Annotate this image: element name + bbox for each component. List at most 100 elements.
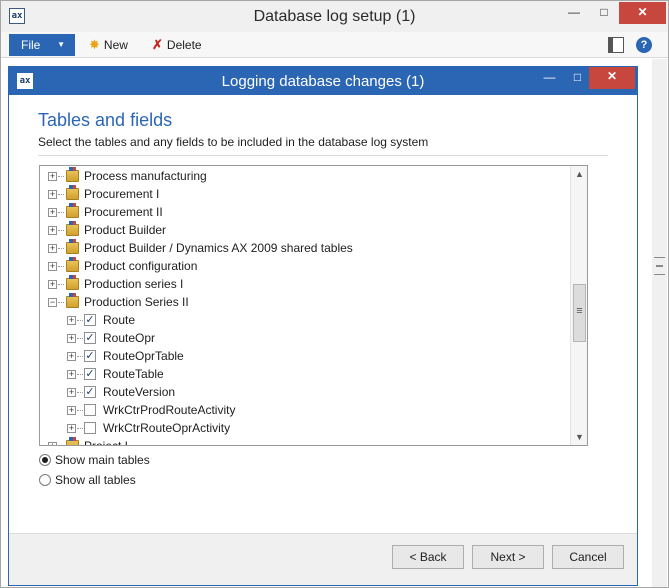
tree-row-label: RouteTable	[103, 367, 164, 381]
tree-connector	[77, 392, 83, 393]
folder-icon	[66, 167, 79, 182]
dialog-maximize-button[interactable]: □	[565, 68, 590, 88]
layout-icon[interactable]	[608, 37, 624, 53]
tree-row-label: Procurement I	[84, 187, 160, 201]
tree-connector	[58, 266, 64, 267]
tree-connector	[58, 302, 64, 303]
table-checkbox[interactable]: ✓	[84, 350, 96, 362]
expand-icon[interactable]: +	[67, 388, 76, 397]
show-all-tables-radio[interactable]	[39, 474, 51, 486]
delete-button[interactable]: ✗ Delete	[152, 37, 202, 53]
expand-icon[interactable]: +	[48, 226, 57, 235]
tree-connector	[77, 428, 83, 429]
tree-row-label: Production series I	[84, 277, 184, 291]
tree-row-label: Production Series II	[84, 295, 189, 309]
table-tree[interactable]: + Process manufacturing + Procurement I + Pro…	[39, 165, 588, 446]
expand-icon[interactable]: +	[67, 316, 76, 325]
help-icon[interactable]: ?	[636, 37, 652, 53]
table-checkbox[interactable]: ✓	[84, 332, 96, 344]
tree-row[interactable]: + Product Builder / Dynamics AX 2009 shar…	[40, 239, 570, 257]
page-title: Tables and fields	[38, 110, 173, 130]
tree-connector	[77, 356, 83, 357]
tree-row[interactable]: + Project I	[40, 437, 570, 445]
tree-row[interactable]: + Production series I	[40, 275, 570, 293]
tree-row[interactable]: + WrkCtrRouteOprActivity	[40, 419, 570, 437]
new-button[interactable]: ✸ New	[89, 37, 128, 53]
file-label: File	[21, 38, 41, 52]
outer-scrollbar[interactable]	[652, 59, 667, 587]
tree-row[interactable]: + WrkCtrProdRouteActivity	[40, 401, 570, 419]
tree-connector	[58, 284, 64, 285]
minimize-button[interactable]: —	[561, 2, 587, 24]
logging-dialog: ax Logging database changes (1) — □ ✕ Ta…	[8, 66, 638, 586]
dialog-close-button[interactable]: ✕	[589, 67, 635, 89]
tree-scrollbar[interactable]: ▲ ▼	[570, 166, 587, 445]
tree-row[interactable]: + ✓ RouteTable	[40, 365, 570, 383]
expand-icon[interactable]: +	[48, 262, 57, 271]
next-button[interactable]: Next >	[472, 545, 544, 569]
tree-connector	[58, 230, 64, 231]
table-checkbox[interactable]	[84, 422, 96, 434]
expand-icon[interactable]: +	[48, 172, 57, 181]
dialog-footer: < Back Next > Cancel	[9, 533, 637, 585]
new-label: New	[103, 38, 128, 52]
expand-icon[interactable]: +	[48, 442, 57, 445]
folder-icon	[66, 239, 79, 254]
table-checkbox[interactable]: ✓	[84, 314, 96, 326]
back-button[interactable]: < Back	[392, 545, 464, 569]
dialog-titlebar: ax Logging database changes (1) — □ ✕	[9, 67, 637, 95]
folder-icon	[66, 275, 79, 290]
file-menu-button[interactable]: File ▼	[9, 34, 75, 56]
tree-scrollbar-thumb[interactable]	[573, 284, 586, 342]
close-button[interactable]: ✕	[619, 2, 666, 24]
tree-connector	[58, 248, 64, 249]
tree-row-label: RouteVersion	[103, 385, 176, 399]
show-all-tables-label: Show all tables	[55, 473, 136, 487]
tree-row[interactable]: + Product configuration	[40, 257, 570, 275]
tree-row-label: WrkCtrRouteOprActivity	[103, 421, 231, 435]
expand-icon[interactable]: +	[67, 424, 76, 433]
expand-icon[interactable]: +	[67, 334, 76, 343]
scroll-down-arrow-icon[interactable]: ▼	[571, 429, 587, 445]
expand-icon[interactable]: +	[67, 370, 76, 379]
show-main-tables-radio[interactable]	[39, 454, 51, 466]
new-icon: ✸	[89, 37, 100, 52]
tree-connector	[77, 374, 83, 375]
table-checkbox[interactable]: ✓	[84, 368, 96, 380]
tree-row[interactable]: + ✓ RouteOpr	[40, 329, 570, 347]
tree-row-label: Product Builder / Dynamics AX 2009 share…	[84, 241, 353, 255]
expand-icon[interactable]: +	[48, 244, 57, 253]
expand-icon[interactable]: +	[67, 352, 76, 361]
cancel-button[interactable]: Cancel	[552, 545, 624, 569]
collapse-icon[interactable]: −	[48, 298, 57, 307]
tree-row-label: RouteOpr	[103, 331, 156, 345]
outer-scrollbar-thumb[interactable]	[654, 257, 665, 275]
tree-row-label: Product configuration	[84, 259, 198, 273]
folder-icon	[66, 257, 79, 272]
maximize-button[interactable]: □	[591, 2, 617, 24]
table-checkbox[interactable]	[84, 404, 96, 416]
tree-row[interactable]: + Process manufacturing	[40, 167, 570, 185]
tree-connector	[58, 194, 64, 195]
tree-row-label: Process manufacturing	[84, 169, 207, 183]
tree-row-label: WrkCtrProdRouteActivity	[103, 403, 236, 417]
tree-row[interactable]: + ✓ RouteOprTable	[40, 347, 570, 365]
tree-row-label: Product Builder	[84, 223, 167, 237]
tree-row-label: Route	[103, 313, 136, 327]
tree-row[interactable]: + ✓ Route	[40, 311, 570, 329]
dialog-minimize-button[interactable]: —	[537, 68, 562, 88]
tree-connector	[58, 212, 64, 213]
tree-row[interactable]: + Procurement I	[40, 185, 570, 203]
delete-label: Delete	[166, 38, 202, 52]
tree-row[interactable]: + Product Builder	[40, 221, 570, 239]
tree-row[interactable]: + Procurement II	[40, 203, 570, 221]
tree-row[interactable]: − Production Series II	[40, 293, 570, 311]
expand-icon[interactable]: +	[48, 208, 57, 217]
table-checkbox[interactable]: ✓	[84, 386, 96, 398]
scroll-up-arrow-icon[interactable]: ▲	[571, 166, 587, 182]
expand-icon[interactable]: +	[48, 280, 57, 289]
expand-icon[interactable]: +	[67, 406, 76, 415]
expand-icon[interactable]: +	[48, 190, 57, 199]
chevron-down-icon: ▼	[57, 40, 65, 49]
tree-row[interactable]: + ✓ RouteVersion	[40, 383, 570, 401]
